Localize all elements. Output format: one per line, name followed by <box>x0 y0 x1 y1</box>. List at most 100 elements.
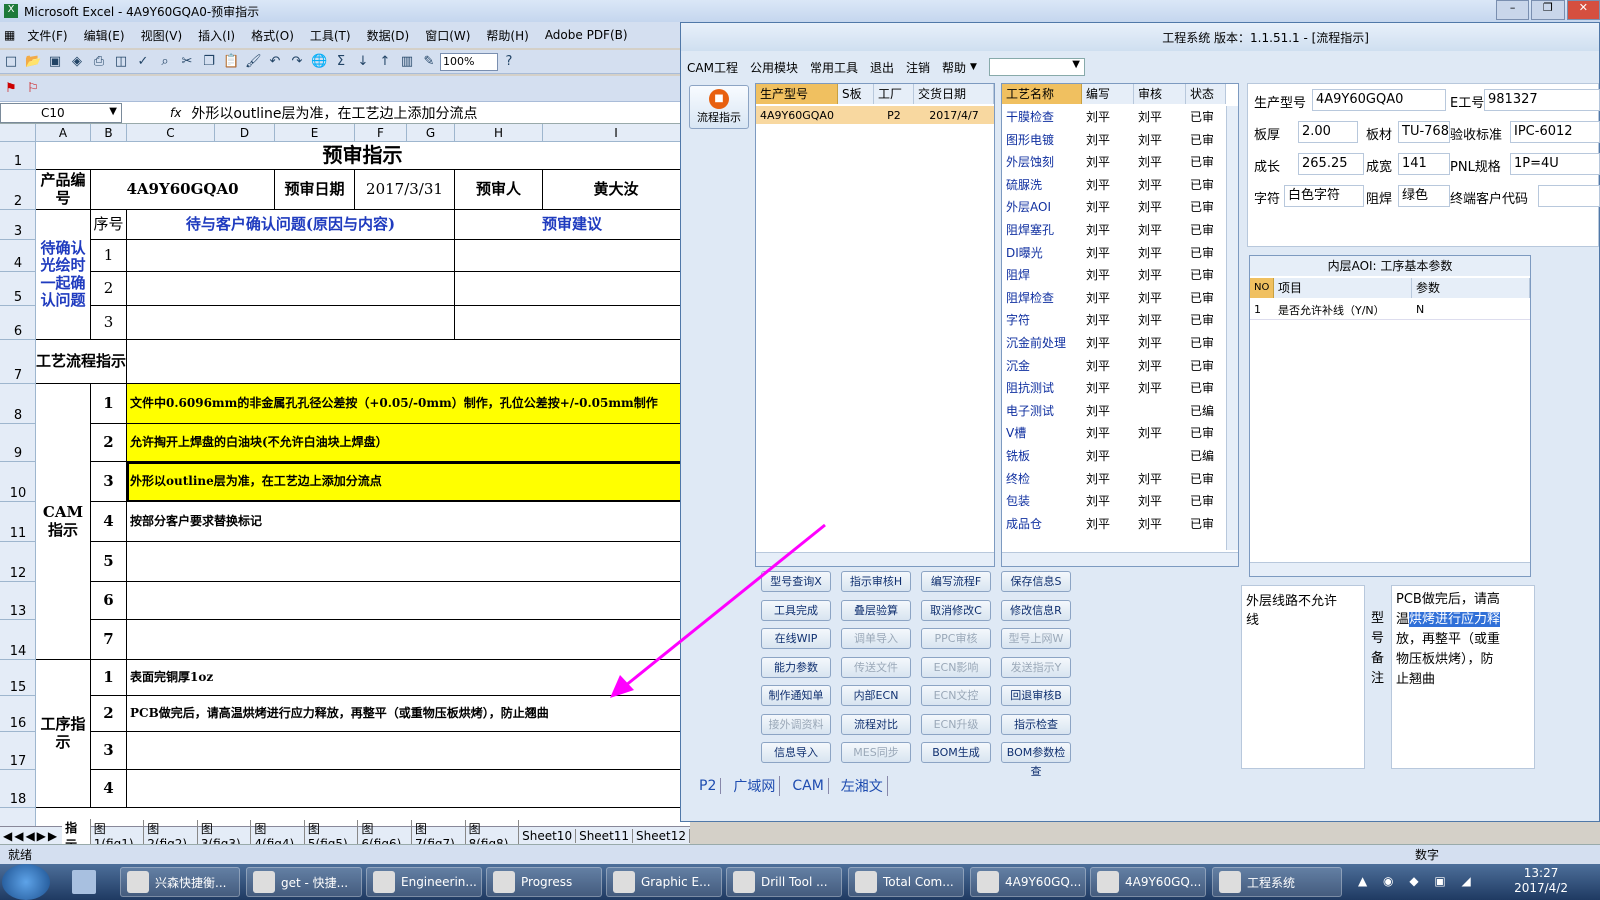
suggest-header[interactable]: 预审建议 <box>455 210 690 240</box>
action-button[interactable]: 发送指示Y <box>1001 656 1071 678</box>
row-header[interactable]: 18 <box>0 770 36 808</box>
process-row[interactable]: 硫脲洗 刘平 刘平 已审 <box>1002 174 1226 197</box>
taskbar-task[interactable]: 工程系统 <box>1212 867 1342 897</box>
date-value[interactable]: 2017/3/31 <box>355 170 455 210</box>
action-button[interactable]: 回退审核B <box>1001 685 1071 706</box>
proc-seq[interactable]: 2 <box>91 696 127 732</box>
action-button[interactable]: 接外调资料 <box>761 713 831 735</box>
menu-edit[interactable]: 编辑(E) <box>84 27 125 44</box>
params-row[interactable]: 1 是否允许补线（Y/N） N <box>1250 300 1530 320</box>
cam-seq[interactable]: 5 <box>91 542 127 582</box>
reviewer-value[interactable]: 黄大汝 <box>543 170 690 210</box>
eng-menu-cam[interactable]: CAM工程 <box>687 59 738 76</box>
action-button[interactable]: BOM生成 <box>921 742 991 763</box>
new-icon[interactable]: □ <box>3 54 19 70</box>
undo-icon[interactable]: ↶ <box>267 54 283 70</box>
row-header[interactable]: 12 <box>0 542 36 582</box>
row-header[interactable]: 6 <box>0 306 36 340</box>
research-icon[interactable]: ⌕ <box>157 54 173 70</box>
user-tab[interactable]: 左湘文 <box>837 776 888 796</box>
action-button[interactable]: 指示检查 <box>1001 713 1071 735</box>
cam-item[interactable]: 文件中0.6096mm的非金属孔孔径公差按（+0.05/-0mm）制作，孔位公差… <box>127 384 690 424</box>
column-header[interactable]: F <box>355 124 407 142</box>
wid-value[interactable]: 141 <box>1398 153 1450 175</box>
row-header[interactable]: 11 <box>0 502 36 542</box>
reviewer-label[interactable]: 预审人 <box>455 170 543 210</box>
cam-seq[interactable]: 1 <box>91 384 127 424</box>
permission-icon[interactable]: ◈ <box>69 54 85 70</box>
process-row[interactable]: 外层蚀刻 刘平 刘平 已审 <box>1002 151 1226 174</box>
cam-tab[interactable]: CAM <box>788 778 829 794</box>
process-row[interactable]: 干膜检查 刘平 刘平 已审 <box>1002 106 1226 129</box>
column-header[interactable]: G <box>407 124 455 142</box>
column-header[interactable]: C <box>127 124 215 142</box>
open-icon[interactable]: 📂 <box>25 54 41 70</box>
sort-ascending-icon[interactable]: ↓ <box>355 54 371 70</box>
proc-seq[interactable]: 4 <box>91 770 127 808</box>
order-row-selected[interactable]: 4A9Y60GQA0 P2 2017/4/7 <box>756 106 994 124</box>
column-header[interactable]: E <box>275 124 355 142</box>
paste-icon[interactable]: 📋 <box>223 54 239 70</box>
process-row[interactable]: 字符 刘平 刘平 已审 <box>1002 309 1226 332</box>
process-vscrollbar[interactable] <box>1226 106 1238 550</box>
confirm-seq[interactable]: 2 <box>91 272 127 306</box>
std-value[interactable]: IPC-6012 <box>1510 121 1600 143</box>
action-button[interactable]: 型号上网W <box>1001 628 1071 649</box>
format-painter-icon[interactable]: 🖌 <box>245 54 262 70</box>
eng-menu-common-module[interactable]: 公用模块 <box>750 59 798 76</box>
order-col-header[interactable]: S板 <box>838 84 874 104</box>
flow-label[interactable]: 工艺流程指示 <box>36 340 127 384</box>
sheet-tab[interactable]: Sheet11 <box>576 828 634 843</box>
eng-menu-exit[interactable]: 退出 <box>870 59 894 76</box>
menu-data[interactable]: 数据(D) <box>367 27 410 44</box>
proc-item[interactable] <box>127 732 690 770</box>
chevron-down-icon[interactable]: ▼ <box>970 62 977 72</box>
confirm-issue-cell[interactable] <box>127 272 455 306</box>
column-header[interactable]: D <box>215 124 275 142</box>
menu-window[interactable]: 窗口(W) <box>425 27 470 44</box>
proc-label[interactable]: 工序指示 <box>36 660 91 808</box>
print-preview-icon[interactable]: ◫ <box>113 54 129 70</box>
process-row[interactable]: 成品仓 刘平 刘平 已审 <box>1002 513 1226 536</box>
cam-seq[interactable]: 6 <box>91 582 127 620</box>
action-button[interactable]: ECN文控 <box>921 685 991 706</box>
network-tab[interactable]: 广域网 <box>729 776 781 796</box>
action-button[interactable]: 流程对比 <box>841 713 911 735</box>
taskbar-task[interactable]: Engineerin... <box>366 867 482 897</box>
seq-header[interactable]: 序号 <box>91 210 127 240</box>
sheet-title[interactable]: 预审指示 <box>36 142 690 170</box>
action-button[interactable]: PPC审核 <box>921 628 991 649</box>
eng-menu-logout[interactable]: 注销 <box>906 59 930 76</box>
cam-item-selected[interactable]: 外形以outline层为准，在工艺边上添加分流点 <box>127 462 690 502</box>
row-header[interactable]: 10 <box>0 462 36 502</box>
params-col-header[interactable]: NO <box>1250 278 1274 298</box>
row-header[interactable]: 14 <box>0 620 36 660</box>
proc-seq[interactable]: 3 <box>91 732 127 770</box>
confirm-suggest-cell[interactable] <box>455 240 690 272</box>
process-row[interactable]: 沉金前处理 刘平 刘平 已审 <box>1002 332 1226 355</box>
order-col-header[interactable]: 工厂 <box>874 84 914 104</box>
row-header[interactable]: 7 <box>0 340 36 384</box>
date-label[interactable]: 预审日期 <box>275 170 355 210</box>
flow-cell[interactable] <box>127 340 690 384</box>
row-header[interactable]: 1 <box>0 142 36 170</box>
autosum-icon[interactable]: Σ <box>333 54 349 70</box>
order-col-header[interactable]: 交货日期 <box>914 84 994 104</box>
sheet-tab[interactable]: Sheet12 <box>633 828 691 843</box>
len-value[interactable]: 265.25 <box>1298 153 1364 175</box>
process-row[interactable]: V槽 刘平 刘平 已审 <box>1002 422 1226 445</box>
action-button[interactable]: 指示审核H <box>841 571 911 592</box>
proc-col-header[interactable]: 编写 <box>1082 84 1134 104</box>
menu-file[interactable]: 文件(F) <box>27 27 67 44</box>
spelling-icon[interactable]: ✓ <box>135 54 151 70</box>
params-col-header[interactable]: 项目 <box>1274 278 1412 298</box>
sheet-tab[interactable]: Sheet10 <box>519 828 577 843</box>
process-row[interactable]: 包装 刘平 刘平 已审 <box>1002 490 1226 513</box>
model-value[interactable]: 4A9Y60GQA0 <box>1312 89 1446 111</box>
taskbar-task[interactable]: get - 快捷... <box>246 867 362 897</box>
product-value[interactable]: 4A9Y60GQA0 <box>91 170 275 210</box>
process-row[interactable]: 电子测试 刘平 已编 <box>1002 400 1226 423</box>
params-col-header[interactable]: 参数 <box>1412 278 1530 298</box>
action-button[interactable]: 编写流程F <box>921 571 991 592</box>
cam-item[interactable]: 允许掏开上焊盘的白油块(不允许白油块上焊盘） <box>127 424 690 462</box>
